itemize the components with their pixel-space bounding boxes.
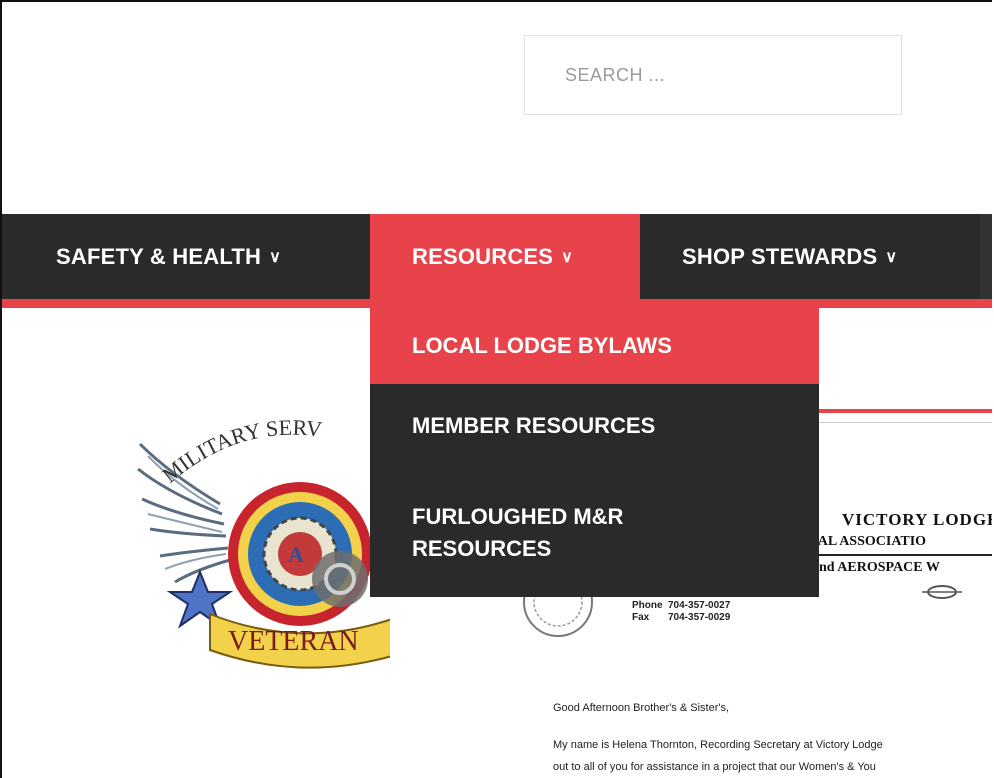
iam-logo-icon xyxy=(922,585,962,599)
main-nav: SAFETY & HEALTH ∨ RESOURCES ∨ SHOP STEWA… xyxy=(2,214,992,299)
content-accent-rule xyxy=(817,409,992,413)
page-frame: SAFETY & HEALTH ∨ RESOURCES ∨ SHOP STEWA… xyxy=(0,0,992,778)
fax-label: Fax xyxy=(632,612,650,623)
dropdown-item-furloughed-resources[interactable]: FURLOUGHED M&R RESOURCES xyxy=(370,468,819,597)
nav-item-shop-stewards[interactable]: SHOP STEWARDS ∨ xyxy=(682,214,897,299)
dropdown-item-label: FURLOUGHED M&R RESOURCES xyxy=(412,503,624,561)
search-box[interactable] xyxy=(524,35,902,115)
nav-item-label: RESOURCES xyxy=(412,243,554,269)
search-input[interactable] xyxy=(563,63,887,87)
letterhead-title: VICTORY LODGE xyxy=(842,510,992,529)
fax-number: 704-357-0029 xyxy=(668,612,731,623)
resources-dropdown: LOCAL LODGE BYLAWS MEMBER RESOURCES FURL… xyxy=(370,308,819,597)
chevron-down-icon: ∨ xyxy=(885,248,898,266)
emblem-bottom-text: VETERAN xyxy=(228,626,359,657)
nav-item-label: SHOP STEWARDS xyxy=(682,243,878,269)
svg-text:MILITARY SERV: MILITARY SERV xyxy=(157,415,323,488)
nav-item-label: SAFETY & HEALTH xyxy=(56,243,262,269)
letter-line: My name is Helena Thornton, Recording Se… xyxy=(553,739,883,751)
nav-item-safety-health[interactable]: SAFETY & HEALTH ∨ xyxy=(56,214,281,299)
letterhead-divider xyxy=(802,554,992,556)
letter-line: out to all of you for assistance in a pr… xyxy=(553,761,876,773)
nav-separator xyxy=(980,214,992,299)
letter-body: Good Afternoon Brother's & Sister's, My … xyxy=(553,702,992,778)
svg-text:A: A xyxy=(288,542,304,567)
letterhead-rule xyxy=(812,422,992,423)
emblem-top-text: MILITARY SERV xyxy=(157,415,323,488)
chevron-down-icon: ∨ xyxy=(561,248,574,266)
phone-label: Phone xyxy=(632,600,663,611)
phone-number: 704-357-0027 xyxy=(668,600,731,611)
nav-accent-bar xyxy=(2,299,992,308)
letter-greeting: Good Afternoon Brother's & Sister's, xyxy=(553,702,730,714)
military-veterans-emblem: MILITARY SERV A VETERAN xyxy=(137,415,390,669)
nav-item-resources[interactable]: RESOURCES ∨ xyxy=(370,214,640,299)
letterhead-subtitle-2: and AEROSPACE W xyxy=(812,560,940,575)
dropdown-item-local-lodge-bylaws[interactable]: LOCAL LODGE BYLAWS xyxy=(370,308,819,384)
chevron-down-icon: ∨ xyxy=(269,248,282,266)
letterhead-contact: Phone 704-357-0027 Fax 704-357-0029 xyxy=(632,600,730,624)
dropdown-item-member-resources[interactable]: MEMBER RESOURCES xyxy=(370,384,819,468)
